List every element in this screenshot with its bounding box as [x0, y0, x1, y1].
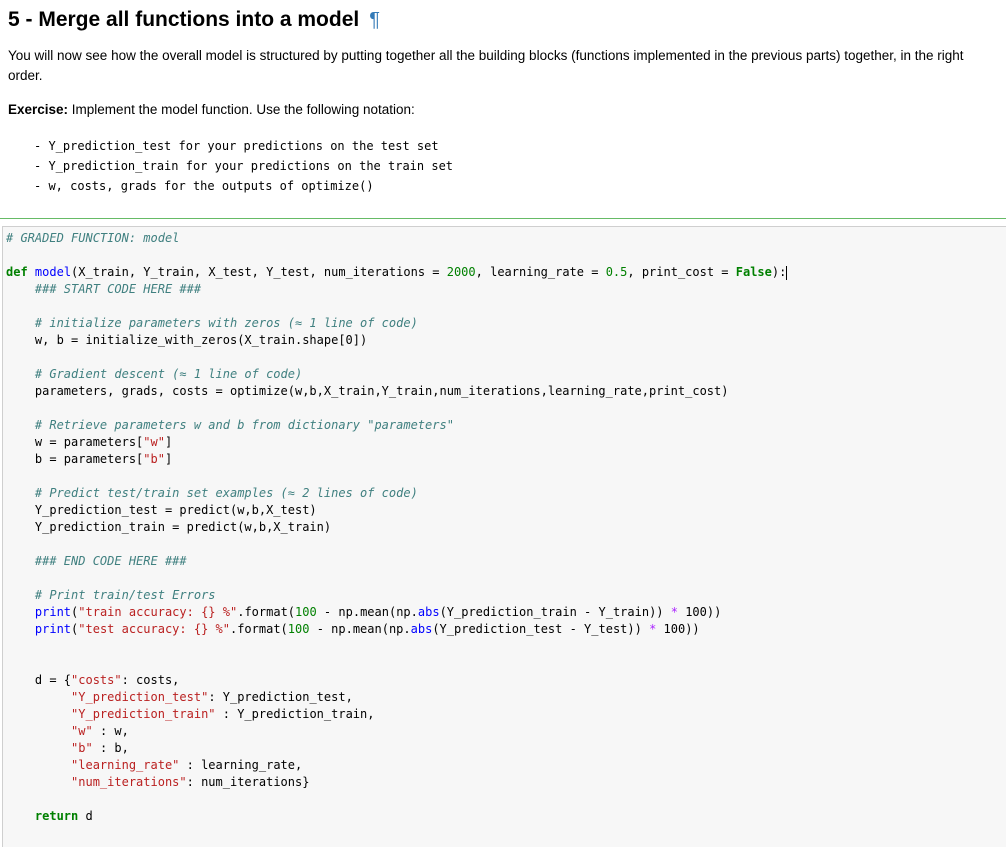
- code-text: : Y_prediction_test,: [208, 690, 353, 704]
- code-comment: ### START CODE HERE ###: [6, 282, 202, 296]
- code-text: , print_cost =: [627, 265, 736, 279]
- code-text: d = {: [6, 673, 72, 687]
- string: "costs": [71, 673, 122, 687]
- builtin: abs: [410, 622, 433, 636]
- code-text: : w,: [92, 724, 129, 738]
- number: 100: [295, 605, 317, 619]
- code-text: w = parameters[: [6, 435, 144, 449]
- code-text: : costs,: [121, 673, 180, 687]
- code-comment: # Retrieve parameters w and b from dicti…: [6, 418, 454, 432]
- code-text: 100)): [656, 622, 700, 636]
- code-text: : num_iterations}: [186, 775, 310, 789]
- code-editor[interactable]: # GRADED FUNCTION: model def model(X_tra…: [6, 230, 788, 825]
- string: "w": [71, 724, 93, 738]
- code-text: d: [78, 809, 93, 823]
- string: "b": [71, 741, 93, 755]
- exercise-paragraph: Exercise: Implement the model function. …: [8, 100, 998, 120]
- function-name: model: [34, 265, 72, 279]
- code-text: (Y_prediction_train - Y_train)): [439, 605, 671, 619]
- markdown-cell: 5 - Merge all functions into a model ¶ Yo…: [0, 0, 1006, 196]
- keyword: def: [6, 265, 28, 279]
- code-text: , learning_rate =: [475, 265, 606, 279]
- code-text: (X_train, Y_train, X_test, Y_test, num_i…: [71, 265, 447, 279]
- string: "w": [143, 435, 165, 449]
- code-text: Y_prediction_test = predict(w,b,X_test): [6, 503, 317, 517]
- note-item: - w, costs, grads for the outputs of opt…: [34, 179, 374, 193]
- string: "b": [143, 452, 165, 466]
- text-cursor: [786, 265, 788, 280]
- exercise-text: Implement the model function. Use the fo…: [68, 102, 415, 117]
- code-text: np.mean(np.: [331, 622, 411, 636]
- note-item: - Y_prediction_test for your predictions…: [34, 139, 439, 153]
- code-text: Y_prediction_train = predict(w,b,X_train…: [6, 520, 332, 534]
- number: 0.5: [605, 265, 628, 279]
- keyword: return: [34, 809, 79, 823]
- number: 2000: [446, 265, 476, 279]
- code-text: w, b = initialize_with_zeros(X_train.sha…: [6, 333, 368, 347]
- builtin: print: [34, 605, 72, 619]
- string: "Y_prediction_test": [71, 690, 209, 704]
- code-text: ]: [164, 435, 173, 449]
- code-text: np.mean(np.: [338, 605, 418, 619]
- code-text: .format(: [237, 605, 296, 619]
- code-text: ]: [164, 452, 173, 466]
- heading-title: 5 - Merge all functions into a model: [8, 8, 360, 31]
- code-text: .format(: [229, 622, 288, 636]
- builtin: abs: [417, 605, 440, 619]
- number: 100: [287, 622, 310, 636]
- code-text: 100)): [677, 605, 722, 619]
- section-heading: 5 - Merge all functions into a model ¶: [8, 0, 998, 34]
- code-text: -: [316, 605, 339, 619]
- code-comment: # Gradient descent (≈ 1 line of code): [6, 367, 303, 381]
- cell-selection-border: [0, 218, 1006, 219]
- keyword: False: [735, 265, 772, 279]
- code-text: -: [309, 622, 332, 636]
- string: "test accuracy: {} %": [78, 622, 230, 636]
- string: "Y_prediction_train": [71, 707, 216, 721]
- operator: *: [670, 605, 678, 619]
- string: "num_iterations": [71, 775, 187, 789]
- code-text: : Y_prediction_train,: [215, 707, 375, 721]
- code-comment: # initialize parameters with zeros (≈ 1 …: [6, 316, 418, 330]
- builtin: print: [34, 622, 72, 636]
- code-text: b = parameters[: [6, 452, 144, 466]
- code-text: parameters, grads, costs = optimize(w,b,…: [6, 384, 729, 398]
- intro-paragraph: You will now see how the overall model i…: [8, 48, 964, 83]
- string: "learning_rate": [71, 758, 180, 772]
- code-text: (Y_prediction_test - Y_test)): [432, 622, 650, 636]
- code-comment: # GRADED FUNCTION: model: [6, 231, 180, 245]
- code-text: : b,: [92, 741, 129, 755]
- code-text: : learning_rate,: [179, 758, 303, 772]
- anchor-link-icon[interactable]: ¶: [369, 9, 380, 31]
- string: "train accuracy: {} %": [78, 605, 238, 619]
- code-comment: # Predict test/train set examples (≈ 2 l…: [6, 486, 418, 500]
- code-comment: ### END CODE HERE ###: [6, 554, 187, 568]
- code-text: ):: [771, 265, 787, 279]
- exercise-label: Exercise:: [8, 102, 69, 117]
- note-item: - Y_prediction_train for your prediction…: [34, 159, 454, 173]
- notation-list: - Y_prediction_test for your predictions…: [34, 136, 998, 196]
- code-comment: # Print train/test Errors: [6, 588, 216, 602]
